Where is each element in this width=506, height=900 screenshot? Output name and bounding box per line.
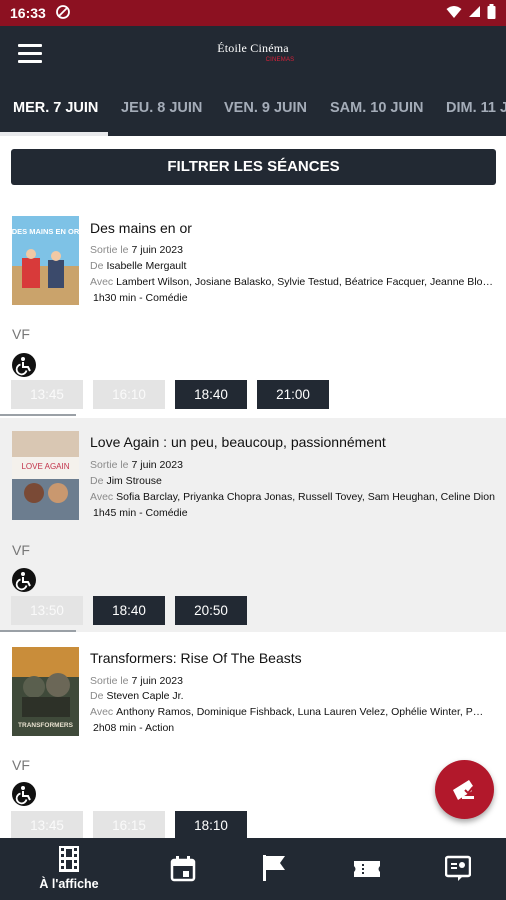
do-not-disturb-icon xyxy=(55,4,70,22)
wheelchair-accessible-icon xyxy=(12,782,36,806)
movie-duration-genre: 1h30 min - Comédie xyxy=(93,292,188,304)
ticket-check-icon xyxy=(453,780,474,800)
tab-date-0[interactable]: MER. 7 JUIN xyxy=(13,100,98,116)
movie-duration-genre: 1h45 min - Comédie xyxy=(93,507,188,519)
showtimes: 13:45 16:15 18:10 xyxy=(11,811,247,840)
showtime-slot: 13:45 xyxy=(11,380,83,409)
poster-title: LOVE AGAIN xyxy=(21,462,69,471)
movie-director: De Jim Strouse xyxy=(90,475,162,487)
nav-events[interactable] xyxy=(233,838,313,900)
movie-title[interactable]: Love Again : un peu, beaucoup, passionné… xyxy=(90,434,496,450)
film-icon xyxy=(59,846,79,872)
movie-duration-genre: 2h08 min - Action xyxy=(93,722,175,734)
status-time: 16:33 xyxy=(10,5,46,21)
signal-icon xyxy=(468,5,481,21)
item-divider xyxy=(0,414,76,416)
poster-title: DES MAINS EN OR xyxy=(12,227,79,236)
showtime-slot: 13:45 xyxy=(11,811,83,840)
movie-poster[interactable]: DES MAINS EN OR xyxy=(12,216,79,305)
movie-version: VF xyxy=(12,326,30,342)
tab-indicator xyxy=(0,132,108,136)
app-logo: Étoile Cinéma CINEMAS xyxy=(0,41,506,63)
showtime-button[interactable]: 18:10 xyxy=(175,811,247,840)
movie-title[interactable]: Des mains en or xyxy=(90,220,496,236)
showtimes: 13:50 18:40 20:50 xyxy=(11,596,247,625)
flag-icon xyxy=(263,855,285,881)
showtime-slot: 13:50 xyxy=(11,596,83,625)
showtime-button[interactable]: 18:40 xyxy=(93,596,165,625)
showtime-button[interactable]: 21:00 xyxy=(257,380,329,409)
nav-account[interactable] xyxy=(417,838,497,900)
movie-cast: Avec Anthony Ramos, Dominique Fishback, L… xyxy=(90,706,486,718)
ticket-icon xyxy=(354,861,380,877)
nav-now-showing-label: À l'affiche xyxy=(39,877,99,891)
nav-tickets[interactable] xyxy=(325,838,405,900)
poster-title: TRANSFORMERS xyxy=(18,722,74,729)
tab-date-2[interactable]: VEN. 9 JUIN xyxy=(224,100,307,116)
showtime-button[interactable]: 20:50 xyxy=(175,596,247,625)
battery-icon xyxy=(487,4,496,22)
movie-item: LOVE AGAIN Love Again : un peu, beaucoup… xyxy=(0,418,506,632)
app-bar: Étoile Cinéma CINEMAS xyxy=(0,26,506,84)
movie-poster[interactable]: TRANSFORMERS xyxy=(12,647,79,736)
movie-version: VF xyxy=(12,757,30,773)
wifi-icon xyxy=(446,5,462,22)
movie-poster[interactable]: LOVE AGAIN xyxy=(12,431,79,520)
date-tabs: MER. 7 JUIN JEU. 8 JUIN VEN. 9 JUIN SAM.… xyxy=(0,84,506,136)
calendar-icon xyxy=(170,856,196,882)
movie-release: Sortie le 7 juin 2023 xyxy=(90,244,183,256)
tab-date-3[interactable]: SAM. 10 JUIN xyxy=(330,100,423,116)
movie-release: Sortie le 7 juin 2023 xyxy=(90,459,183,471)
movie-cast: Avec Sofia Barclay, Priyanka Chopra Jonas… xyxy=(90,491,495,503)
showtimes: 13:45 16:10 18:40 21:00 xyxy=(11,380,329,409)
filter-sessions-button[interactable]: FILTRER LES SÉANCES xyxy=(11,149,496,185)
movie-title[interactable]: Transformers: Rise Of The Beasts xyxy=(90,650,496,666)
status-bar: 16:33 xyxy=(0,0,506,26)
tickets-fab-button[interactable] xyxy=(435,760,494,819)
movie-item: TRANSFORMERS Transformers: Rise Of The B… xyxy=(0,634,506,840)
user-card-icon xyxy=(445,855,471,881)
showtime-button[interactable]: 18:40 xyxy=(175,380,247,409)
movie-item: DES MAINS EN OR Des mains en or Sortie l… xyxy=(0,200,506,416)
nav-calendar[interactable] xyxy=(142,838,222,900)
wheelchair-accessible-icon xyxy=(12,568,36,592)
tab-date-1[interactable]: JEU. 8 JUIN xyxy=(121,100,202,116)
showtime-slot: 16:15 xyxy=(93,811,165,840)
wheelchair-accessible-icon xyxy=(12,353,36,377)
logo-text: Étoile Cinéma xyxy=(217,41,289,55)
movie-director: De Isabelle Mergault xyxy=(90,260,187,272)
movie-cast: Avec Lambert Wilson, Josiane Balasko, Syl… xyxy=(90,276,495,288)
movie-release: Sortie le 7 juin 2023 xyxy=(90,675,183,687)
showtime-slot: 16:10 xyxy=(93,380,165,409)
tab-date-4[interactable]: DIM. 11 JUIN xyxy=(446,100,506,116)
item-divider xyxy=(0,630,76,632)
nav-now-showing[interactable]: À l'affiche xyxy=(29,838,109,900)
movie-version: VF xyxy=(12,542,30,558)
logo-subtext: CINEMAS xyxy=(265,57,295,63)
movie-director: De Steven Caple Jr. xyxy=(90,690,184,702)
bottom-navigation: À l'affiche xyxy=(0,838,506,900)
